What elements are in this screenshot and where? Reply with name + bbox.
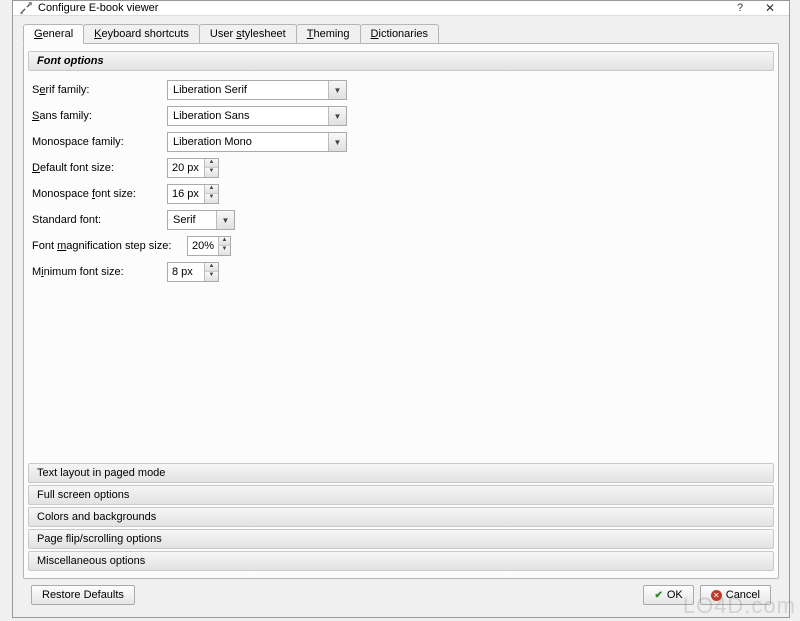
section-font-options[interactable]: Font options: [28, 51, 774, 71]
spin-up-icon[interactable]: ▲: [218, 237, 230, 246]
spin-up-icon[interactable]: ▲: [204, 263, 218, 272]
mono-size-spin[interactable]: 16 px ▲▼: [167, 184, 219, 204]
default-size-label: Default font size:: [32, 162, 167, 174]
tab-panel: Font options Serif family: Liberation Se…: [23, 43, 779, 579]
standard-font-combo[interactable]: Serif ▼: [167, 210, 235, 230]
panel-scroll[interactable]: Font options Serif family: Liberation Se…: [24, 44, 778, 578]
chevron-down-icon: ▼: [328, 81, 346, 99]
tab-bar: General Keyboard shortcuts User styleshe…: [23, 24, 779, 43]
spin-up-icon[interactable]: ▲: [204, 159, 218, 168]
spin-down-icon[interactable]: ▼: [218, 246, 230, 255]
help-button[interactable]: ?: [725, 2, 755, 14]
mag-label: Font magnification step size:: [32, 240, 187, 252]
close-button[interactable]: ✕: [755, 1, 785, 15]
tab-keyboard[interactable]: Keyboard shortcuts: [83, 24, 200, 43]
chevron-down-icon: ▼: [328, 133, 346, 151]
dialog-window: Configure E-book viewer ? ✕ General Keyb…: [12, 0, 790, 618]
tab-theming[interactable]: Theming: [296, 24, 361, 43]
spin-down-icon[interactable]: ▼: [204, 272, 218, 281]
min-size-label: Minimum font size:: [32, 266, 167, 278]
titlebar: Configure E-book viewer ? ✕: [13, 1, 789, 16]
chevron-down-icon: ▼: [216, 211, 234, 229]
section-text-layout[interactable]: Text layout in paged mode: [28, 463, 774, 483]
mono-combo[interactable]: Liberation Mono ▼: [167, 132, 347, 152]
window-title: Configure E-book viewer: [38, 2, 725, 14]
mono-size-label: Monospace font size:: [32, 188, 167, 200]
ok-button[interactable]: ✔ OK: [643, 585, 693, 605]
section-pageflip[interactable]: Page flip/scrolling options: [28, 529, 774, 549]
spin-down-icon[interactable]: ▼: [204, 168, 218, 177]
chevron-down-icon: ▼: [328, 107, 346, 125]
check-icon: ✔: [654, 590, 662, 601]
content-area: General Keyboard shortcuts User styleshe…: [13, 16, 789, 617]
min-size-spin[interactable]: 8 px ▲▼: [167, 262, 219, 282]
sans-label: Sans family:: [32, 110, 167, 122]
section-colors[interactable]: Colors and backgrounds: [28, 507, 774, 527]
footer: Restore Defaults ✔ OK ✕ Cancel: [23, 579, 779, 611]
cancel-button[interactable]: ✕ Cancel: [700, 585, 771, 605]
spacer: [28, 291, 774, 461]
section-misc[interactable]: Miscellaneous options: [28, 551, 774, 571]
sans-combo[interactable]: Liberation Sans ▼: [167, 106, 347, 126]
standard-font-label: Standard font:: [32, 214, 167, 226]
serif-combo[interactable]: Liberation Serif ▼: [167, 80, 347, 100]
mag-spin[interactable]: 20% ▲▼: [187, 236, 231, 256]
section-fullscreen[interactable]: Full screen options: [28, 485, 774, 505]
tab-stylesheet[interactable]: User stylesheet: [199, 24, 297, 43]
tab-general[interactable]: General: [23, 24, 84, 44]
tab-dictionaries[interactable]: Dictionaries: [360, 24, 439, 43]
serif-label: Serif family:: [32, 84, 167, 96]
restore-defaults-button[interactable]: Restore Defaults: [31, 585, 135, 605]
spin-up-icon[interactable]: ▲: [204, 185, 218, 194]
default-size-spin[interactable]: 20 px ▲▼: [167, 158, 219, 178]
tools-icon: [19, 1, 33, 15]
spin-down-icon[interactable]: ▼: [204, 194, 218, 203]
mono-label: Monospace family:: [32, 136, 167, 148]
font-options-fields: Serif family: Liberation Serif ▼ Sans fa…: [28, 73, 774, 291]
cancel-icon: ✕: [711, 590, 722, 601]
